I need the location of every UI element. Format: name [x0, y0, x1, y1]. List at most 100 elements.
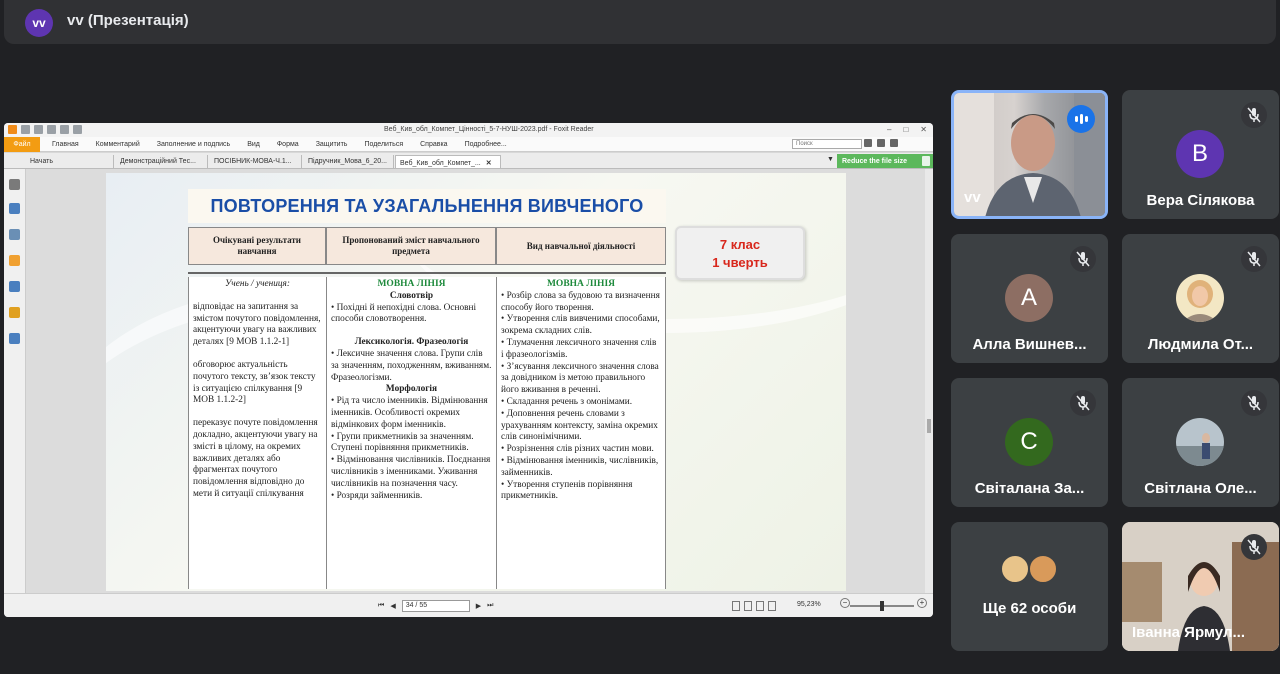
zoom-level: 95,23% [797, 601, 821, 608]
mic-off-icon [1241, 102, 1267, 128]
reader-ribbon: Файл Главная Комментарий Заполнение и по… [4, 137, 933, 152]
facing-icon[interactable] [756, 601, 764, 611]
attachment-icon[interactable] [9, 281, 20, 292]
mic-off-icon [1241, 534, 1267, 560]
reader-sidebar [4, 169, 26, 593]
layers-icon[interactable] [9, 229, 20, 240]
search-icon[interactable] [864, 139, 872, 147]
settings-icon[interactable] [877, 139, 885, 147]
minimize-icon[interactable]: – [887, 125, 891, 134]
zoom-out-icon[interactable]: − [840, 598, 850, 608]
participant-name: Світалана За... [974, 480, 1085, 497]
menu-item[interactable]: Форма [277, 141, 299, 148]
participant-photo [1176, 274, 1224, 322]
participant-avatar: С [1005, 418, 1053, 466]
tab-document[interactable]: Підручник_Мова_6_20... [304, 155, 394, 168]
ribbon-icons [864, 139, 898, 147]
menu-item[interactable]: Заполнение и подпись [157, 141, 230, 148]
participant-name: vv [964, 189, 981, 206]
menu-item[interactable]: Защитить [316, 141, 348, 148]
tab-start[interactable]: Начать [26, 155, 114, 168]
document-icon [922, 156, 930, 166]
next-page-icon[interactable]: ▶ [476, 602, 481, 610]
continuous-icon[interactable] [744, 601, 752, 611]
close-icon[interactable]: ✕ [920, 125, 927, 134]
vertical-scrollbar[interactable] [925, 169, 933, 593]
single-page-icon[interactable] [732, 601, 740, 611]
more-participants-label: Ще 62 особи [982, 600, 1077, 617]
more-participants-tile[interactable]: Ще 62 особи [951, 522, 1108, 651]
shared-screen: Веб_Кив_обл_Компет_Цінності_5-7-НУШ-2023… [4, 123, 933, 617]
curriculum-table: Очікувані результати навчання Пропонован… [188, 227, 666, 589]
pdf-page: ПОВТОРЕННЯ ТА УЗАГАЛЬНЕННЯ ВИВЧЕНОГО 7 к… [106, 173, 846, 591]
table-column-activities: МОВНА ЛІНІЯ • Розбір слова за будовою та… [496, 277, 666, 589]
column-header: Вид навчальної діяльності [496, 227, 666, 265]
table-column-results: Учень / учениця: відповідає на запитання… [188, 277, 326, 589]
menu-item[interactable]: Вид [247, 141, 260, 148]
redo-icon[interactable] [73, 125, 82, 134]
page-navigation: ⏮ ◀ 34 / 55 ▶ ⏭ [378, 600, 493, 612]
quick-access-toolbar [8, 125, 82, 134]
mic-off-icon [1070, 390, 1096, 416]
tab-document[interactable]: ПОСІБНИК-МОВА-Ч.1... [210, 155, 302, 168]
open-icon[interactable] [21, 125, 30, 134]
page-icon[interactable] [9, 179, 20, 190]
presenter-avatar: vv [25, 9, 53, 37]
mic-off-icon [1241, 390, 1267, 416]
first-page-icon[interactable]: ⏮ [378, 602, 384, 610]
participant-tile[interactable]: Іванна Ярмул... [1122, 522, 1279, 651]
cont-facing-icon[interactable] [768, 601, 776, 611]
comments-icon[interactable] [9, 255, 20, 266]
participant-name: Іванна Ярмул... [1132, 624, 1245, 641]
participant-name: Світлана Оле... [1144, 480, 1257, 497]
save-icon[interactable] [34, 125, 43, 134]
menu-item[interactable]: Справка [420, 141, 447, 148]
participant-photo [1000, 554, 1030, 584]
menu-item[interactable]: Главная [52, 141, 79, 148]
menu-item[interactable]: Поделиться [364, 141, 403, 148]
participant-photo [1028, 554, 1058, 584]
participant-tile[interactable]: В Вера Сілякова [1122, 90, 1279, 219]
print-icon[interactable] [47, 125, 56, 134]
participant-tile[interactable]: А Алла Вишнев... [951, 234, 1108, 363]
zoom-in-icon[interactable]: + [917, 598, 927, 608]
participant-avatar: А [1005, 274, 1053, 322]
participant-tile[interactable]: С Світалана За... [951, 378, 1108, 507]
menu-item[interactable]: Подробнее... [465, 141, 507, 148]
reader-status-bar: ⏮ ◀ 34 / 55 ▶ ⏭ 95,23% − + [4, 593, 933, 617]
participant-tile[interactable]: Світлана Оле... [1122, 378, 1279, 507]
search-input[interactable]: Поиск [792, 139, 862, 149]
tab-document[interactable]: Демонстраційний Тес... [116, 155, 208, 168]
thumbnail-icon[interactable] [9, 203, 20, 214]
tabs-dropdown-icon[interactable]: ▼ [827, 156, 834, 163]
file-tab[interactable]: Файл [4, 137, 40, 152]
prev-page-icon[interactable]: ◀ [390, 602, 395, 610]
lock-icon[interactable] [9, 307, 20, 318]
grade-badge: 7 клас 1 чверть [675, 226, 805, 280]
page-number-input[interactable]: 34 / 55 [401, 600, 470, 612]
column-header: Пропонований зміст навчального предмета [326, 227, 496, 265]
divider [188, 272, 666, 274]
view-modes [732, 601, 776, 611]
participant-name: Вера Сілякова [1146, 192, 1255, 209]
close-tab-icon[interactable]: ✕ [486, 160, 492, 167]
mic-off-icon [1241, 246, 1267, 272]
last-page-icon[interactable]: ⏭ [487, 602, 493, 610]
reduce-file-size-button[interactable]: Reduce the file size [837, 154, 933, 168]
undo-icon[interactable] [60, 125, 69, 134]
menu-item[interactable]: Комментарий [96, 141, 140, 148]
participant-tile[interactable]: Людмила От... [1122, 234, 1279, 363]
tab-document-active[interactable]: Веб_Кив_обл_Компет_... ✕ [395, 155, 501, 168]
window-controls: – □ ✕ [887, 125, 927, 134]
mic-off-icon [1070, 246, 1096, 272]
participant-tile-speaker[interactable]: vv [951, 90, 1108, 219]
maximize-icon[interactable]: □ [903, 125, 908, 134]
user-icon[interactable] [890, 139, 898, 147]
presentation-title: vv (Презентація) [67, 12, 189, 29]
reader-titlebar: Веб_Кив_обл_Компет_Цінності_5-7-НУШ-2023… [4, 123, 933, 137]
participant-photo [1176, 418, 1224, 466]
sign-icon[interactable] [9, 333, 20, 344]
zoom-slider[interactable] [850, 601, 914, 611]
column-header: Очікувані результати навчання [188, 227, 326, 265]
participant-name: Людмила От... [1147, 336, 1254, 353]
